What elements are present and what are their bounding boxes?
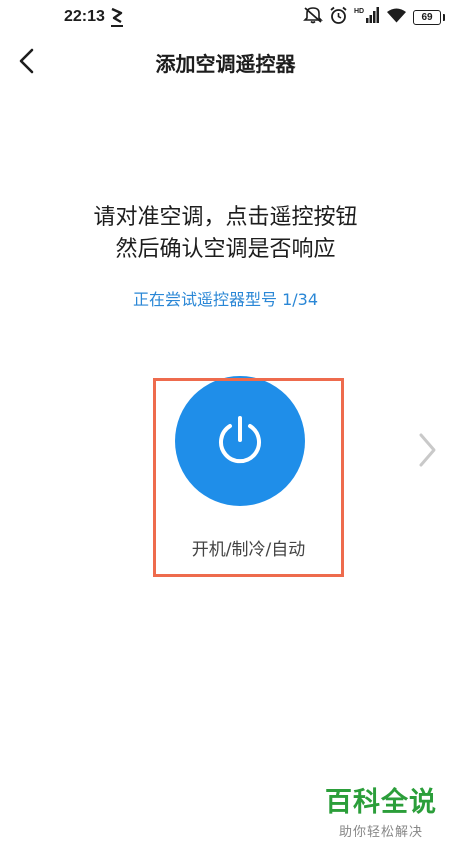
page-title: 添加空调遥控器 [155, 52, 296, 76]
alarm-icon [329, 6, 348, 29]
wifi-icon [386, 7, 407, 28]
screen: 22:13 HD 69 添加空调遥控器 请对准空调，点击遥控按钮 然后确认空调是… [0, 0, 451, 850]
header: 添加空调遥控器 [0, 36, 451, 86]
model-progress-text: 正在尝试遥控器型号 1/34 [132, 290, 319, 309]
carrier-logo-icon [110, 6, 124, 28]
svg-text:HD: HD [354, 8, 364, 15]
instruction-line-2: 然后确认空调是否响应 [115, 237, 336, 262]
mute-icon [303, 6, 323, 28]
watermark-subtitle: 助你轻松解决 [338, 825, 423, 840]
battery-icon: 69 [413, 9, 445, 25]
hd-signal-icon: HD [354, 6, 380, 28]
next-model-button[interactable] [412, 430, 440, 470]
status-time: 22:13 [64, 8, 105, 25]
watermark: 百科全说 助你轻松解决 [325, 780, 437, 840]
instruction-line-1: 请对准空调，点击遥控按钮 [93, 205, 358, 230]
chevron-right-icon [419, 433, 436, 467]
status-icons: HD 69 [303, 6, 445, 29]
status-bar: 22:13 HD 69 [0, 0, 451, 36]
highlight-frame [153, 378, 344, 577]
watermark-title: 百科全说 [325, 787, 437, 818]
